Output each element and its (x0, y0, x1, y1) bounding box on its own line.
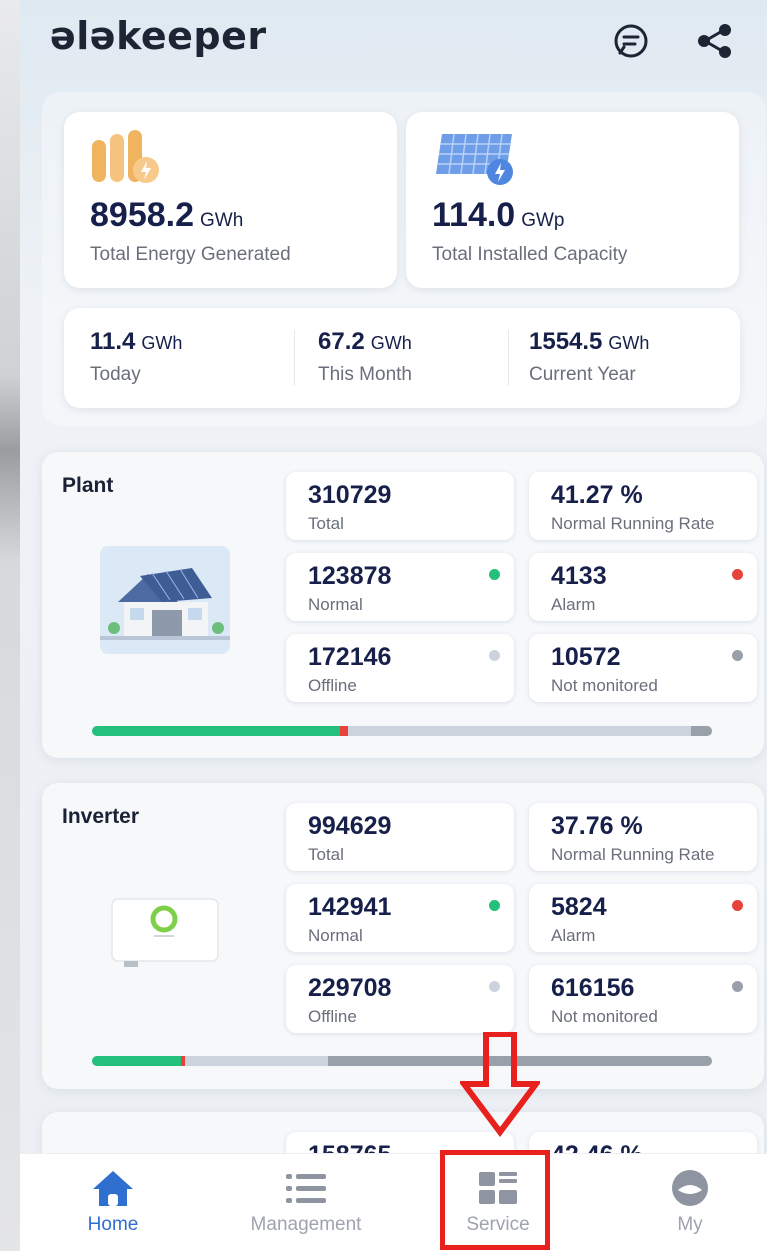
inverter-offline-card[interactable]: 229708 Offline (286, 965, 514, 1033)
bar-offline (184, 1056, 329, 1066)
nav-home[interactable]: Home (33, 1154, 193, 1251)
period-current-year: 1554.5 GWh Current Year (529, 328, 650, 385)
inverter-running-rate-card[interactable]: 37.76 % Normal Running Rate (529, 803, 757, 871)
inverter-alarm-card[interactable]: 5824 Alarm (529, 884, 757, 952)
period-divider (508, 330, 509, 386)
plant-not-monitored-card[interactable]: 10572 Not monitored (529, 634, 757, 702)
period-this-month: 67.2 GWh This Month (318, 328, 412, 385)
plant-section[interactable]: Plant 310729 Total 41.27 % Normal Running … (42, 452, 764, 758)
alarm-status-dot (732, 569, 743, 580)
not-monitored-status-dot (732, 981, 743, 992)
offline-status-dot (489, 650, 500, 661)
plant-title: Plant (62, 474, 114, 497)
app-screen: ələkeeper 8958.2 GWh Total Energy Generat… (20, 0, 767, 1251)
installed-capacity-label: Total Installed Capacity (432, 244, 628, 265)
normal-status-dot (489, 569, 500, 580)
plant-running-rate-card[interactable]: 41.27 % Normal Running Rate (529, 472, 757, 540)
plant-offline-card[interactable]: 172146 Offline (286, 634, 514, 702)
plant-normal-card[interactable]: 123878 Normal (286, 553, 514, 621)
solar-panel-icon (436, 133, 513, 185)
period-today: 11.4 GWh Today (90, 328, 183, 385)
total-energy-value: 8958.2 GWh (90, 196, 244, 234)
nav-my[interactable]: My (610, 1154, 767, 1251)
inverter-status-bar (92, 1056, 712, 1066)
inverter-not-monitored-card[interactable]: 616156 Not monitored (529, 965, 757, 1033)
bar-alarm (339, 726, 348, 736)
plant-total-card[interactable]: 310729 Total (286, 472, 514, 540)
list-icon (286, 1174, 326, 1203)
bar-normal (92, 726, 340, 736)
total-energy-label: Total Energy Generated (90, 244, 291, 265)
installed-capacity-card[interactable]: 114.0 GWp Total Installed Capacity (406, 112, 739, 288)
bottom-navigation: Home Management Service My (20, 1153, 767, 1251)
inverter-total-card[interactable]: 994629 Total (286, 803, 514, 871)
offline-status-dot (489, 981, 500, 992)
app-logo: ələkeeper (50, 14, 267, 58)
home-icon (93, 1171, 133, 1206)
not-monitored-status-dot (732, 650, 743, 661)
bar-offline (347, 726, 691, 736)
normal-status-dot (489, 900, 500, 911)
energy-bars-icon (92, 130, 159, 183)
profile-icon (672, 1170, 708, 1206)
top-header: ələkeeper (20, 0, 767, 80)
inverter-title: Inverter (62, 805, 140, 828)
share-icon[interactable] (696, 22, 734, 60)
period-energy-card[interactable]: 11.4 GWh Today 67.2 GWh This Month 1554.5 G… (64, 308, 740, 408)
period-divider (294, 330, 295, 386)
background-edge (0, 0, 20, 1251)
inverter-illustration (111, 898, 219, 967)
bar-normal (92, 1056, 182, 1066)
annotation-highlight-box (440, 1150, 550, 1250)
house-illustration (100, 546, 230, 654)
bar-not-monitored (690, 726, 712, 736)
inverter-normal-card[interactable]: 142941 Normal (286, 884, 514, 952)
plant-alarm-card[interactable]: 4133 Alarm (529, 553, 757, 621)
plant-status-bar (92, 726, 712, 736)
chat-icon[interactable] (612, 22, 650, 60)
alarm-status-dot (732, 900, 743, 911)
installed-capacity-value: 114.0 GWp (432, 196, 565, 234)
nav-management[interactable]: Management (226, 1154, 386, 1251)
annotation-arrow-icon (460, 1032, 540, 1137)
inverter-section[interactable]: Inverter 994629 Total 37.76 % Normal Runni… (42, 783, 764, 1089)
total-energy-card[interactable]: 8958.2 GWh Total Energy Generated (64, 112, 397, 288)
